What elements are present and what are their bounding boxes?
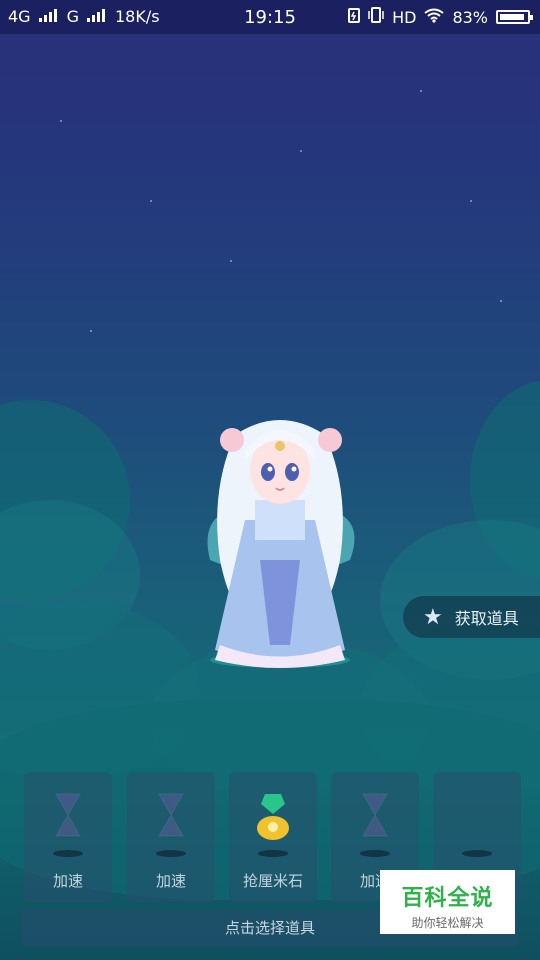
hd-label: HD — [392, 7, 417, 27]
hourglass-icon — [48, 790, 88, 840]
vibrate-icon — [368, 7, 384, 27]
slot-shadow — [462, 850, 492, 857]
hourglass-icon — [151, 790, 191, 840]
status-bar: 4G G 18K/s 19:15 HD 83% — [0, 0, 540, 34]
item-label: 加速 — [52, 872, 83, 890]
item-slot-2[interactable]: 加速 — [127, 772, 215, 902]
star-icon: ★ — [423, 604, 443, 630]
slot-shadow — [53, 850, 83, 857]
character-avatar[interactable] — [190, 410, 370, 672]
get-items-button[interactable]: ★ 获取道具 — [403, 596, 540, 638]
battery-icon — [496, 10, 533, 24]
item-slot-1[interactable]: 加速 — [24, 772, 112, 902]
slot-shadow — [360, 850, 390, 857]
gem-bag-icon — [253, 790, 293, 840]
slot-shadow — [156, 850, 186, 857]
hourglass-icon — [355, 790, 395, 840]
item-slot-3[interactable]: 抢厘米石 — [229, 772, 317, 902]
slot-shadow — [258, 850, 288, 857]
item-label: 加速 — [155, 872, 186, 890]
charging-icon — [348, 7, 361, 27]
watermark-title: 百科全说 — [401, 886, 494, 911]
get-items-label: 获取道具 — [454, 609, 519, 628]
status-right: HD 83% — [348, 7, 533, 27]
watermark-logo: 百科全说 助你轻松解决 — [380, 870, 515, 934]
wifi-icon — [424, 8, 445, 27]
watermark-subtitle: 助你轻松解决 — [411, 916, 484, 930]
battery-percent: 83% — [452, 7, 488, 27]
item-label: 抢厘米石 — [242, 872, 303, 890]
